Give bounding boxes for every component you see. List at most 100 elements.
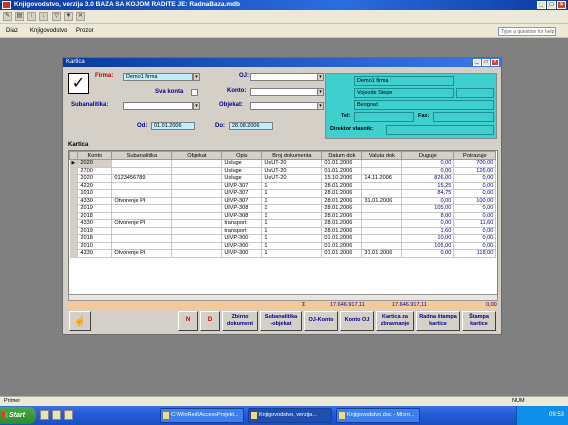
table-cell[interactable]: 1 — [261, 234, 323, 243]
table-cell[interactable] — [171, 197, 223, 205]
table-cell[interactable] — [171, 219, 223, 228]
table-cell[interactable]: 1 — [261, 242, 323, 250]
table-cell[interactable]: 700,00 — [453, 159, 497, 168]
table-cell[interactable]: 28.01.2006 — [321, 204, 363, 213]
table-row[interactable]: 2019 UlVP-308 1 28.01.2006 105,00 0,00 — [69, 204, 497, 213]
table-cell[interactable]: 2010 — [77, 242, 113, 250]
table-cell[interactable] — [171, 234, 223, 243]
table-cell[interactable] — [361, 182, 403, 190]
taskbar-item[interactable]: C:\WinRed\AccessProjekt... — [160, 408, 244, 423]
table-cell[interactable]: 1 — [261, 189, 323, 198]
table-cell[interactable]: 1 — [261, 197, 323, 205]
d-button[interactable]: D — [200, 311, 220, 331]
table-cell[interactable] — [171, 242, 223, 250]
horizontal-scrollbar[interactable] — [68, 294, 498, 301]
table-cell[interactable]: Otvorenje PI — [111, 219, 173, 228]
sva-konta-checkbox[interactable] — [191, 89, 198, 96]
form-minimize-button[interactable]: _ — [473, 59, 481, 66]
filter-icon[interactable]: ▽ — [52, 12, 61, 21]
table-cell[interactable] — [111, 167, 173, 175]
table-row[interactable]: 2020 0123456789 Usluge UsUT-20 15.10.2006 14.… — [69, 174, 497, 183]
table-row[interactable]: 1010 UlVP-307 1 28.01.2006 84,75 0,00 — [69, 189, 497, 198]
subanalitika-field[interactable] — [123, 102, 193, 110]
table-cell[interactable]: transport — [221, 227, 263, 235]
table-row[interactable]: ▶ 2020 Usluge UsUT-20 01.01.2006 0,00 700,00 — [69, 159, 497, 168]
table-cell[interactable] — [111, 234, 173, 243]
table-cell[interactable]: Usluge — [221, 167, 263, 175]
table-row[interactable]: 4330 Otvorenje PI UlVP-307 1 28.01.2006 31.01… — [69, 197, 497, 205]
table-cell[interactable]: 0,00 — [453, 212, 497, 220]
table-cell[interactable]: 4330 — [77, 219, 113, 228]
table-cell[interactable]: 8,00 — [401, 212, 455, 220]
row-selector[interactable] — [69, 212, 79, 220]
table-cell[interactable] — [111, 242, 173, 250]
table-cell[interactable]: 28.01.2006 — [321, 227, 363, 235]
column-header[interactable]: Datum dok — [321, 151, 363, 160]
table-cell[interactable]: 2018 — [77, 234, 113, 243]
table-cell[interactable]: 2019 — [77, 227, 113, 235]
table-cell[interactable] — [361, 227, 403, 235]
sort-desc-icon[interactable]: ↓ — [39, 12, 48, 21]
table-cell[interactable]: Otvorenje PI — [111, 197, 173, 205]
table-cell[interactable] — [171, 249, 223, 258]
menu-item-prozor[interactable]: Prozor — [76, 24, 94, 38]
row-selector[interactable] — [69, 197, 79, 205]
table-cell[interactable]: 0,00 — [453, 174, 497, 183]
table-row[interactable]: 2010 UlVP-300 1 01.01.2006 105,00 0,00 — [69, 242, 497, 250]
table-cell[interactable]: Usluge — [221, 174, 263, 183]
row-selector[interactable] — [69, 167, 79, 175]
table-cell[interactable]: 1 — [261, 219, 323, 228]
table-cell[interactable]: UlVP-308 — [221, 212, 263, 220]
quicklaunch-icon[interactable] — [64, 410, 73, 420]
table-cell[interactable]: UlVP-300 — [221, 249, 263, 258]
maximize-button[interactable]: □ — [547, 1, 556, 9]
stampa-kartice-button[interactable]: Štampa kartice — [462, 311, 496, 331]
row-selector[interactable] — [69, 189, 79, 198]
row-selector[interactable] — [69, 227, 79, 235]
subanalitika-dropdown-icon[interactable]: ▾ — [193, 102, 200, 110]
table-cell[interactable]: UlVP-307 — [221, 189, 263, 198]
table-cell[interactable]: 105,00 — [401, 204, 455, 213]
table-cell[interactable]: 1010 — [77, 189, 113, 198]
table-cell[interactable]: 14.11.2006 — [361, 174, 403, 183]
table-cell[interactable]: 0,00 — [401, 159, 455, 168]
column-header[interactable]: Valuta dok — [361, 151, 403, 160]
column-header[interactable]: Objekat — [171, 151, 223, 160]
table-cell[interactable]: UsUT-20 — [261, 174, 323, 183]
column-header[interactable]: Broj dokumenta — [261, 151, 323, 160]
table-cell[interactable] — [111, 212, 173, 220]
table-cell[interactable] — [361, 212, 403, 220]
table-cell[interactable] — [111, 182, 173, 190]
table-cell[interactable]: 0,00 — [453, 234, 497, 243]
table-cell[interactable]: 28.01.2006 — [321, 219, 363, 228]
table-cell[interactable] — [171, 182, 223, 190]
table-cell[interactable]: 105,00 — [401, 242, 455, 250]
konto-dropdown-icon[interactable]: ▾ — [317, 88, 324, 96]
print-icon[interactable]: ▤ — [15, 12, 24, 21]
n-button[interactable]: N — [178, 311, 198, 331]
table-cell[interactable]: 0123456789 — [111, 174, 173, 183]
table-cell[interactable]: 2020 — [77, 159, 113, 168]
row-selector[interactable] — [69, 249, 79, 258]
table-cell[interactable]: 11,60 — [453, 219, 497, 228]
menu-item-knjigovodstvo[interactable]: Knjigovodstvo — [30, 24, 67, 38]
row-selector[interactable] — [69, 174, 79, 183]
table-cell[interactable] — [171, 167, 223, 175]
form-close-button[interactable]: × — [491, 59, 499, 66]
table-cell[interactable]: 1 — [261, 204, 323, 213]
table-cell[interactable]: 15,25 — [401, 182, 455, 190]
start-button[interactable]: Start — [0, 407, 36, 424]
objekat-dropdown-icon[interactable]: ▾ — [317, 102, 324, 110]
table-cell[interactable]: 1 — [261, 182, 323, 190]
table-cell[interactable] — [361, 242, 403, 250]
kartica-zatvaranje-button[interactable]: Kartica za zbravnanje — [376, 311, 414, 331]
table-cell[interactable]: 1 — [261, 212, 323, 220]
table-cell[interactable]: 0,00 — [401, 249, 455, 258]
table-cell[interactable]: UlVP-308 — [221, 204, 263, 213]
table-cell[interactable]: 118,00 — [453, 249, 497, 258]
table-cell[interactable]: 2018 — [77, 212, 113, 220]
form-maximize-button[interactable]: □ — [482, 59, 490, 66]
remove-filter-icon[interactable]: ✕ — [76, 12, 85, 21]
table-cell[interactable] — [361, 204, 403, 213]
row-selector[interactable] — [69, 234, 79, 243]
